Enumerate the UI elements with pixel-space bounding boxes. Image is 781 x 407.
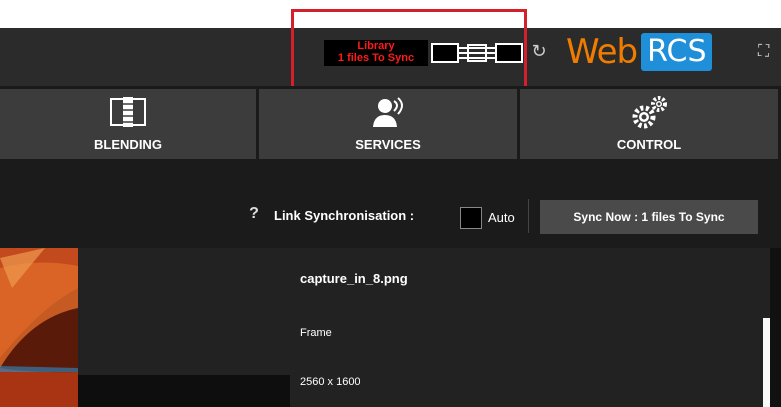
link-synchronisation-label: Link Synchronisation :	[274, 208, 415, 223]
control-gears-icon	[632, 96, 667, 129]
brand-rcs-text: RCS	[641, 33, 713, 71]
auto-sync-checkbox[interactable]	[460, 207, 482, 229]
blending-icon	[110, 97, 146, 127]
tab-blending[interactable]: BLENDING	[0, 89, 256, 159]
thumbnail-shadow	[78, 375, 290, 407]
file-thumbnail[interactable]	[0, 248, 78, 407]
reload-icon[interactable]: ↻	[528, 41, 550, 63]
fullscreen-icon[interactable]: ⛶	[758, 40, 778, 62]
tab-control-label: CONTROL	[616, 137, 682, 152]
tab-services-label: SERVICES	[355, 137, 421, 152]
webrcs-logo: Web RCS	[566, 32, 713, 72]
file-type: Frame	[300, 327, 332, 339]
sync-now-button[interactable]: Sync Now : 1 files To Sync	[540, 200, 758, 234]
highlight-frame	[291, 9, 527, 96]
scrollbar-track[interactable]	[770, 248, 781, 407]
tab-services[interactable]: SERVICES	[259, 89, 517, 159]
divider	[528, 199, 529, 233]
brand-web-text: Web	[566, 32, 638, 72]
file-dimensions: 2560 x 1600	[300, 376, 361, 388]
services-icon	[373, 97, 403, 127]
scrollbar-thumb[interactable]	[763, 318, 770, 407]
auto-label: Auto	[488, 210, 515, 225]
tab-blending-label: BLENDING	[94, 137, 162, 152]
help-icon[interactable]: ?	[244, 205, 264, 225]
file-name: capture_in_8.png	[300, 271, 408, 286]
tab-control[interactable]: CONTROL	[520, 89, 778, 159]
